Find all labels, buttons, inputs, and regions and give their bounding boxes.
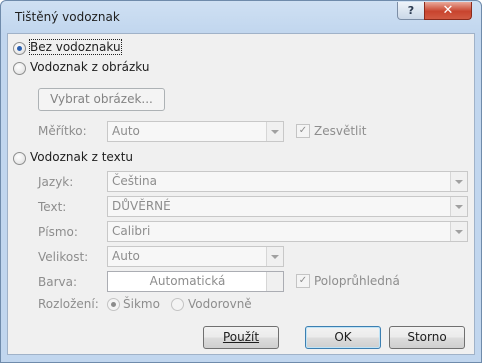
- chevron-down-icon[interactable]: [266, 247, 283, 266]
- ok-button[interactable]: OK: [305, 326, 381, 349]
- radio-layout-horizontal-label[interactable]: Vodorovně: [188, 297, 252, 311]
- dialog-body: Bez vodoznaku Vodoznak z obrázku Vybrat …: [7, 33, 475, 355]
- font-label: Písmo:: [38, 225, 78, 239]
- cancel-button[interactable]: Storno: [389, 326, 465, 349]
- chevron-down-icon[interactable]: [450, 197, 467, 216]
- scale-value: Auto: [112, 124, 140, 138]
- text-value: DŮVĚRNÉ: [112, 199, 171, 213]
- radio-text-watermark[interactable]: [13, 152, 26, 165]
- color-picker[interactable]: Automatická: [107, 271, 284, 292]
- select-picture-button[interactable]: Vybrat obrázek...: [38, 88, 165, 111]
- scale-dropdown[interactable]: Auto: [107, 121, 284, 142]
- radio-text-watermark-label[interactable]: Vodoznak z textu: [30, 150, 133, 164]
- color-label: Barva:: [38, 275, 78, 289]
- color-value: Automatická: [149, 274, 226, 288]
- text-dropdown[interactable]: DŮVĚRNÉ: [107, 196, 468, 217]
- chevron-down-icon[interactable]: [450, 222, 467, 241]
- chevron-down-icon[interactable]: [266, 122, 283, 141]
- text-label: Text:: [38, 200, 67, 214]
- check-icon: ✓: [298, 125, 308, 136]
- help-button[interactable]: ?: [397, 2, 425, 20]
- help-icon: ?: [407, 4, 415, 17]
- radio-layout-horizontal[interactable]: [171, 298, 184, 311]
- washout-label: Zesvětlit: [314, 124, 367, 138]
- semitransparent-checkbox[interactable]: ✓: [296, 274, 310, 288]
- radio-layout-diagonal-label[interactable]: Šikmo: [123, 297, 160, 311]
- font-dropdown[interactable]: Calibri: [107, 221, 468, 242]
- size-value: Auto: [112, 249, 140, 263]
- language-label: Jazyk:: [38, 175, 74, 189]
- dialog-title: Tištěný vodoznak: [15, 10, 120, 24]
- chevron-down-icon[interactable]: [450, 172, 467, 191]
- close-icon: ✕: [442, 3, 454, 18]
- close-button[interactable]: ✕: [424, 2, 472, 20]
- semitransparent-label: Poloprůhledná: [314, 274, 400, 288]
- language-dropdown[interactable]: Čeština: [107, 171, 468, 192]
- size-label: Velikost:: [38, 250, 89, 264]
- layout-label: Rozložení:: [38, 297, 99, 311]
- apply-button[interactable]: Použít: [203, 326, 279, 349]
- check-icon: ✓: [298, 275, 308, 286]
- washout-checkbox[interactable]: ✓: [296, 124, 310, 138]
- radio-picture-watermark-label[interactable]: Vodoznak z obrázku: [30, 60, 149, 74]
- radio-no-watermark-label[interactable]: Bez vodoznaku: [29, 39, 122, 55]
- size-dropdown[interactable]: Auto: [107, 246, 284, 267]
- radio-picture-watermark[interactable]: [13, 62, 26, 75]
- radio-layout-diagonal[interactable]: [107, 298, 120, 311]
- font-value: Calibri: [112, 224, 151, 238]
- scale-label: Měřítko:: [38, 124, 87, 138]
- language-value: Čeština: [112, 174, 158, 188]
- chevron-down-icon[interactable]: [266, 272, 283, 291]
- radio-no-watermark[interactable]: [13, 42, 26, 55]
- title-bar[interactable]: Tištěný vodoznak ? ✕: [1, 1, 481, 35]
